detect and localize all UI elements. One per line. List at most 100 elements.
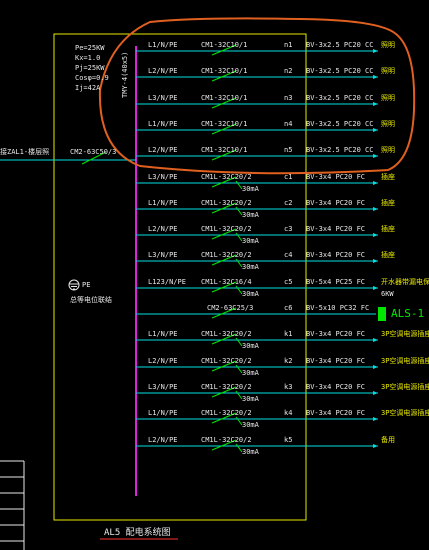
circuit-arrow [373, 417, 378, 421]
breaker-label: CM1L-32C20/2 [201, 409, 252, 417]
cable-label: BV-3x2.5 PC20 CC [306, 67, 374, 75]
rcd-label: 30mA [242, 342, 259, 350]
load-label: 插座 [381, 173, 395, 181]
circuit-id: n1 [284, 41, 293, 49]
load-label: 照明 [381, 120, 395, 128]
phase-label: L1/N/PE [148, 41, 178, 49]
load-label: 照明 [381, 67, 395, 75]
circuit-id: k3 [284, 383, 293, 391]
breaker-label: CM1L-32C20/2 [201, 199, 252, 207]
rcd-label: 30mA [242, 185, 259, 193]
breaker-label: CM1-32C10/1 [201, 146, 248, 154]
phase-label: L3/N/PE [148, 251, 178, 259]
load-label: 插座 [381, 199, 395, 207]
cable-label: BV-3x4 PC20 FC [306, 409, 366, 417]
panel-border [53, 33, 307, 521]
breaker-label: CM1L-32C20/2 [201, 330, 252, 338]
circuit-arrow [373, 49, 378, 53]
phase-label: L123/N/PE [148, 278, 186, 286]
phase-label: L1/N/PE [148, 199, 178, 207]
load-label: 插座 [381, 225, 395, 233]
param-ij: Ij=42A [75, 84, 101, 92]
circuit-id: k5 [284, 436, 293, 444]
circuit-arrow [373, 444, 378, 448]
circuit-id: c6 [284, 304, 293, 312]
circuit-arrow [373, 391, 378, 395]
cable-label: BV-3x2.5 PC20 CC [306, 120, 374, 128]
circuit-arrow [373, 233, 378, 237]
load-label: 备用 [381, 436, 395, 444]
rcd-label: 30mA [242, 237, 259, 245]
circuit-id: c4 [284, 251, 293, 259]
load-label: 照明 [381, 94, 395, 102]
phase-label: L3/N/PE [148, 383, 178, 391]
breaker-label: CM1-32C10/1 [201, 41, 248, 49]
diagram-canvas [0, 17, 416, 550]
breaker-label: CM2-63C25/3 [207, 304, 254, 312]
phase-label: L1/N/PE [148, 120, 178, 128]
phase-label: L1/N/PE [148, 409, 178, 417]
param-kx: Kx=1.0 [75, 54, 101, 62]
circuit-id: c3 [284, 225, 293, 233]
cable-label: BV-3x4 PC20 FC [306, 330, 366, 338]
incoming-label: 接ZAL1-楼层照 [0, 148, 50, 156]
legend-table-fragment [0, 460, 25, 550]
diagram-title: AL5 配电系统图 [104, 528, 171, 538]
breaker-label: CM1L-32C20/2 [201, 383, 252, 391]
cable-label: BV-3x4 PC20 FC [306, 199, 366, 207]
phase-label: L2/N/PE [148, 436, 178, 444]
circuit-arrow [373, 181, 378, 185]
load-label: 插座 [381, 251, 395, 259]
rcd-label: 30mA [242, 369, 259, 377]
busbar-label: TMY-4(40x5) [121, 51, 129, 98]
load-label: 照明 [381, 41, 395, 49]
circuit-id: n4 [284, 120, 293, 128]
circuit-arrow [373, 154, 378, 158]
phase-label: L2/N/PE [148, 67, 178, 75]
pe-label: PE [82, 281, 91, 289]
circuit-id: n3 [284, 94, 293, 102]
breaker-label: CM1-32C10/1 [201, 67, 248, 75]
breaker-label: CM1L-32C20/2 [201, 357, 252, 365]
circuit-arrow [373, 75, 378, 79]
cable-label: BV-3x4 PC20 FC [306, 251, 366, 259]
circuit-id: c1 [284, 173, 293, 181]
cable-label: BV-3x4 PC20 FC [306, 173, 366, 181]
breaker-label: CM1L-32C16/4 [201, 278, 252, 286]
circuit-arrow [373, 338, 378, 342]
pe-sub-label: 总等电位联结 [70, 296, 112, 304]
rcd-label: 30mA [242, 448, 259, 456]
breaker-label: CM1-32C10/1 [201, 120, 248, 128]
rcd-label: 30mA [242, 395, 259, 403]
cable-label: BV-3x2.5 PC20 CC [306, 94, 374, 102]
circuit-arrow [373, 128, 378, 132]
load-label: 开水器带漏电保护 [381, 278, 429, 286]
param-cos: Cosφ=0.9 [75, 74, 109, 82]
cable-label: BV-3x2.5 PC20 CC [306, 146, 374, 154]
cable-label: BV-3x4 PC20 FC [306, 225, 366, 233]
main-breaker-label: CM2-63C50/3 [70, 148, 117, 156]
earth-symbol [68, 279, 80, 291]
cable-label: BV-5x4 PC25 FC [306, 278, 366, 286]
circuit-id: k4 [284, 409, 293, 417]
cable-label: BV-5x10 PC32 FC [306, 304, 370, 312]
circuit-arrow [373, 102, 378, 106]
breaker-label: CM1L-32C20/2 [201, 251, 252, 259]
param-pj: Pj=25KW [75, 64, 105, 72]
cable-label: BV-3x4 PC20 FC [306, 383, 366, 391]
circuit-id: c5 [284, 278, 293, 286]
phase-label: L2/N/PE [148, 225, 178, 233]
phase-label: L2/N/PE [148, 146, 178, 154]
rcd-label: 30mA [242, 211, 259, 219]
phase-label: L3/N/PE [148, 94, 178, 102]
breaker-label: CM1L-32C20/2 [201, 436, 252, 444]
load-label: 3P空调电源插座 [381, 409, 429, 417]
circuit-arrow [373, 207, 378, 211]
load-label: 3P空调电源插座 [381, 357, 429, 365]
rcd-label: 30mA [242, 263, 259, 271]
cable-label: BV-3x4 PC20 FC [306, 357, 366, 365]
breaker-label: CM1-32C10/1 [201, 94, 248, 102]
breaker-label: CM1L-32C20/2 [201, 225, 252, 233]
circuit-arrow [373, 286, 378, 290]
cable-label: BV-3x2.5 PC20 CC [306, 41, 374, 49]
